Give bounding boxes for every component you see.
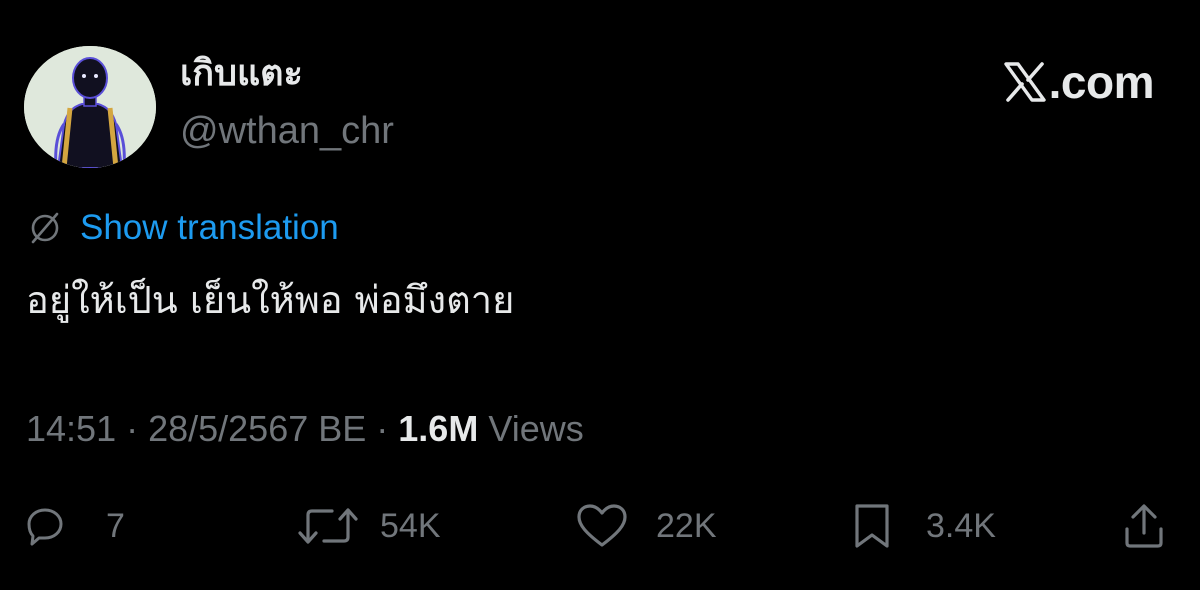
action-bar: 7 54K 22K 3.4K [0,496,1200,556]
tweet-text: อยู่ให้เป็น เย็นให้พอ พ่อมึงตาย [26,278,515,322]
avatar[interactable] [24,46,156,168]
heart-icon [577,504,627,547]
tweet-time[interactable]: 14:51 [26,408,116,449]
like-count: 22K [656,507,717,545]
like-button[interactable]: 22K [576,496,717,556]
meta-separator: · [366,408,399,449]
tweet-date[interactable]: 28/5/2567 BE [148,408,366,449]
reply-icon [27,508,63,546]
author-display-name[interactable]: เกิบแตะ [180,52,303,96]
show-translation-link[interactable]: Show translation [28,206,339,250]
retweet-button[interactable]: 54K [298,496,441,556]
views-label: Views [478,408,584,449]
tweet: เกิบแตะ @wthan_chr .com Show translation… [0,0,1200,590]
brand-watermark: .com [1003,54,1155,110]
avatar-illustration [24,46,156,168]
x-logo-icon [1003,62,1046,102]
show-translation-label[interactable]: Show translation [80,206,339,250]
author-handle[interactable]: @wthan_chr [180,108,394,154]
retweet-icon [298,508,358,544]
share-icon [1125,504,1163,548]
reply-count: 7 [106,507,125,545]
meta-separator: · [116,408,149,449]
bookmark-icon [855,504,889,548]
brand-label: .com [1048,56,1155,108]
bookmark-count: 3.4K [926,507,996,545]
views-count[interactable]: 1.6M [398,408,478,449]
bookmark-button[interactable]: 3.4K [852,496,996,556]
tweet-meta: 14:51 · 28/5/2567 BE · 1.6M Views [26,405,584,453]
retweet-count: 54K [380,507,441,545]
share-button[interactable] [1122,496,1166,556]
reply-button[interactable]: 7 [24,496,125,556]
globe-icon [31,212,59,244]
